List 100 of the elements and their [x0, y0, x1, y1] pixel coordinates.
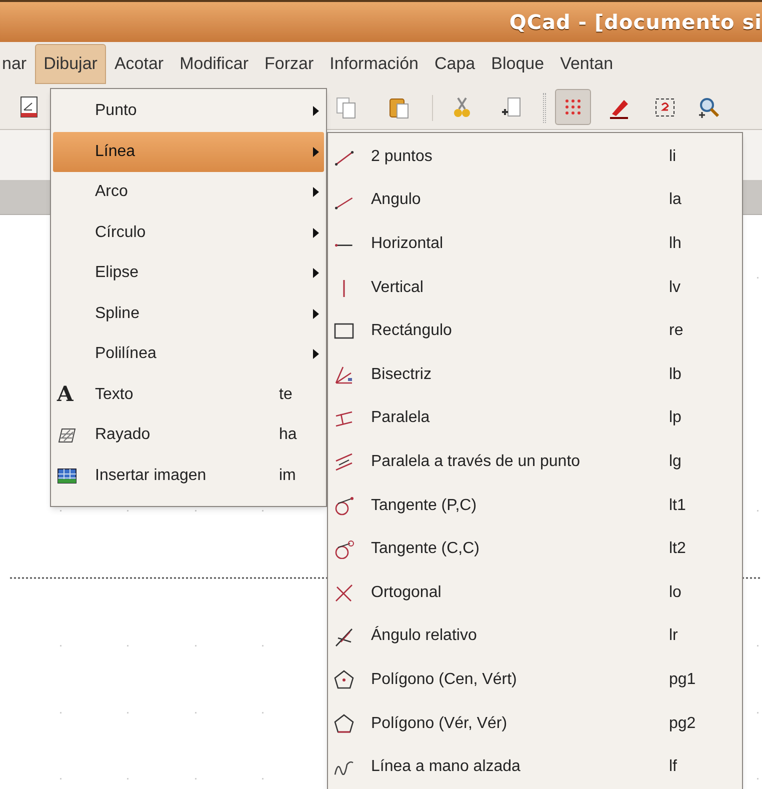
- submenu-arrow-icon: [313, 187, 319, 197]
- shortcut-label: lg: [669, 452, 682, 472]
- shortcut-label: lh: [669, 234, 682, 254]
- menu-item[interactable]: Modificar: [172, 44, 257, 84]
- menu-item[interactable]: Paralela lp: [328, 396, 742, 440]
- menu-item[interactable]: Elipse: [53, 253, 324, 294]
- rectangle-icon: [334, 323, 354, 340]
- menu-item-label: Vertical: [371, 278, 424, 298]
- menu-item[interactable]: 2 puntos li: [328, 135, 742, 179]
- menu-item[interactable]: Rayado ha: [53, 415, 324, 456]
- document-icon: [18, 96, 40, 118]
- menu-item-label: Punto: [95, 101, 137, 122]
- menu-item-label: 2 puntos: [371, 146, 432, 167]
- menu-item-label: Línea a mano alzada: [371, 757, 520, 778]
- menu-item-label: Elipse: [95, 263, 139, 284]
- menu-item[interactable]: Dibujar: [34, 44, 106, 84]
- menu-item[interactable]: Punto: [53, 91, 324, 132]
- menu-item[interactable]: Bisectriz lb: [328, 352, 742, 397]
- menu-item-label: Arco: [95, 182, 128, 202]
- menu-item-label: Angulo: [371, 190, 421, 210]
- dashed-rectangle-icon: [654, 96, 676, 118]
- menu-item[interactable]: Línea: [53, 132, 324, 172]
- shortcut-label: lt2: [669, 539, 686, 560]
- menu-item[interactable]: Paralela a través de un punto lg: [328, 440, 742, 484]
- shortcut-label: pg1: [669, 670, 696, 690]
- angled-lines-icon: [335, 628, 353, 647]
- menu-item[interactable]: Arco: [53, 172, 324, 212]
- menu-item-label: Polilínea: [95, 344, 156, 364]
- menu-item[interactable]: Ángulo relativo lr: [328, 614, 742, 658]
- menu-item-label: Polígono (Vér, Vér): [371, 714, 508, 734]
- menu-item[interactable]: Línea a mano alzada lf: [328, 745, 742, 789]
- shortcut-label: li: [669, 146, 676, 167]
- menu-item[interactable]: Capa: [426, 44, 484, 84]
- shortcut-label: pg2: [669, 714, 696, 734]
- parallel-lines-icon: [335, 453, 353, 472]
- menu-item-label: Ortogonal: [371, 582, 442, 603]
- menu-item-label: Paralela: [371, 408, 430, 428]
- menu-item[interactable]: A Texto te: [53, 374, 324, 415]
- shortcut-label: la: [669, 190, 682, 210]
- menu-item-label: Horizontal: [371, 234, 444, 254]
- menu-item[interactable]: Círculo: [53, 212, 324, 253]
- line-icon: [334, 196, 353, 210]
- menu-item[interactable]: Polilínea: [53, 334, 324, 374]
- circle-tangent-icon: [335, 496, 354, 516]
- submenu-arrow-icon: [313, 349, 319, 359]
- menu-item[interactable]: Vertical lv: [328, 266, 742, 310]
- shortcut-label: lb: [669, 364, 682, 385]
- shortcut-label: im: [279, 466, 296, 486]
- submenu-arrow-icon: [313, 308, 319, 318]
- menu-item[interactable]: Horizontal lh: [328, 222, 742, 266]
- menu-item-label: Texto: [95, 384, 134, 405]
- shortcut-label: lf: [669, 757, 677, 778]
- pentagon-icon: [334, 670, 354, 690]
- menu-item[interactable]: Ortogonal lo: [328, 570, 742, 615]
- menu-item-label: Círculo: [95, 222, 146, 243]
- menu-item[interactable]: nar: [0, 44, 35, 84]
- menu-item[interactable]: Spline: [53, 294, 324, 334]
- menu-item-label: Spline: [95, 304, 140, 324]
- vertical-line-icon: [343, 278, 345, 298]
- menu-item-label: Polígono (Cen, Vért): [371, 670, 517, 690]
- menu-item-label: Rectángulo: [371, 321, 452, 342]
- grid-button[interactable]: [555, 89, 591, 125]
- menu-item[interactable]: Tangente (C,C) lt2: [328, 527, 742, 571]
- submenu-arrow-icon: [313, 268, 319, 278]
- menu-item-label: Ángulo relativo: [371, 625, 477, 646]
- line-icon: [334, 150, 354, 166]
- menu-item[interactable]: Rectángulo re: [328, 309, 742, 353]
- menu-item[interactable]: Polígono (Vér, Vér) pg2: [328, 702, 742, 746]
- shortcut-label: te: [279, 384, 292, 405]
- menu-item[interactable]: Bloque: [483, 44, 552, 84]
- menu-item[interactable]: Acotar: [106, 44, 172, 84]
- window-title: QCad - [documento si: [509, 9, 762, 36]
- menu-item[interactable]: Polígono (Cen, Vért) pg1: [328, 658, 742, 702]
- menu-item[interactable]: Tangente (P,C) lt1: [328, 484, 742, 528]
- menu-item[interactable]: Forzar: [256, 44, 322, 84]
- menu-item-label: Paralela a través de un punto: [371, 452, 580, 472]
- cross-icon: [335, 584, 353, 602]
- menu-item[interactable]: Información: [322, 44, 426, 84]
- zoom-icon: [697, 96, 719, 118]
- clipboard-icon: [388, 96, 410, 118]
- submenu-arrow-icon: [313, 228, 319, 238]
- submenu-arrow-icon: [313, 106, 319, 116]
- copy-icon: [335, 96, 357, 118]
- menu-item[interactable]: Insertar imagen im: [53, 456, 324, 496]
- paste-icon: [500, 96, 522, 118]
- circle-tangent-icon: [335, 540, 354, 560]
- hatch-icon: [58, 428, 76, 443]
- freehand-line-icon: [334, 760, 354, 776]
- menu-item-label: Tangente (P,C): [371, 496, 477, 516]
- menu-item-label: Bisectriz: [371, 364, 432, 385]
- shortcut-label: lt1: [669, 496, 686, 516]
- menu-item[interactable]: Ventan: [552, 44, 622, 84]
- shortcut-label: lp: [669, 408, 682, 428]
- menu-item[interactable]: Angulo la: [328, 178, 742, 222]
- shortcut-label: lv: [669, 278, 681, 298]
- menu-item-label: Rayado: [95, 425, 150, 446]
- shortcut-label: ha: [279, 425, 297, 446]
- bisector-icon: [335, 366, 353, 384]
- menu-item-label: Tangente (C,C): [371, 539, 480, 560]
- menu-item-label: Línea: [95, 142, 136, 162]
